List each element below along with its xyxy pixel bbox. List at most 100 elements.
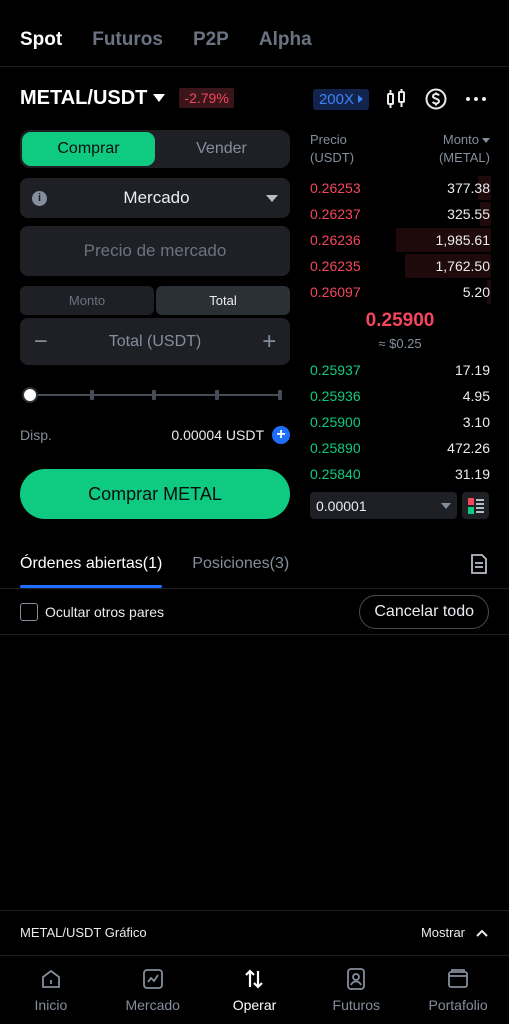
nav-portafolio[interactable]: Portafolio <box>407 956 509 1024</box>
candlestick-chart-icon[interactable] <box>383 86 409 112</box>
nav-inicio[interactable]: Inicio <box>0 956 102 1024</box>
buy-submit-button[interactable]: Comprar METAL <box>20 469 290 519</box>
price-change-badge: -2.79% <box>179 88 234 108</box>
price-header-unit: (USDT) <box>310 150 355 165</box>
tab-positions[interactable]: Posiciones(3) <box>192 548 289 588</box>
pair-tools: 200X <box>312 86 489 112</box>
nav-operar[interactable]: Operar <box>204 956 306 1024</box>
slider-handle[interactable] <box>22 387 38 403</box>
sell-tab[interactable]: Vender <box>155 132 288 166</box>
amount-column-header[interactable]: Monto (METAL) <box>439 131 490 167</box>
bid-qty: 3.10 <box>462 414 490 430</box>
nav-futuros[interactable]: Futuros <box>305 956 407 1024</box>
price-field <box>20 226 290 276</box>
order-type-label: Mercado <box>123 188 190 207</box>
ask-row[interactable]: 0.26237 325.55 <box>310 201 491 227</box>
available-label: Disp. <box>20 427 52 443</box>
slider-tick-100[interactable] <box>278 390 282 400</box>
bid-price: 0.25890 <box>310 440 361 456</box>
slider-tick-75[interactable] <box>215 390 219 400</box>
home-icon <box>41 969 60 988</box>
wallet-icon <box>448 969 468 988</box>
bid-row[interactable]: 0.25900 3.10 <box>310 409 490 435</box>
total-input[interactable] <box>51 332 259 351</box>
decrement-button[interactable]: − <box>30 328 52 356</box>
orders-divider <box>0 588 509 589</box>
pair-name[interactable]: METAL/USDT <box>20 87 147 110</box>
nav-label: Mercado <box>125 997 180 1013</box>
bid-row[interactable]: 0.25840 31.19 <box>310 461 490 487</box>
tab-alpha[interactable]: Alpha <box>259 29 312 51</box>
add-funds-icon[interactable]: + <box>272 426 290 444</box>
last-price: 0.25900 <box>365 310 435 331</box>
ask-price: 0.26097 <box>310 284 361 300</box>
ask-qty: 325.55 <box>447 206 490 222</box>
bottom-navigation: Inicio Mercado Operar Futuros Portafolio <box>0 955 509 1024</box>
amount-header-unit: (METAL) <box>438 150 490 165</box>
available-balance-row: Disp. 0.00004 USDT + <box>20 424 290 446</box>
amount-total-toggle: Monto Total <box>20 286 290 315</box>
bid-price: 0.25937 <box>310 362 361 378</box>
nav-label: Futuros <box>332 997 381 1013</box>
precision-value: 0.00001 <box>316 497 367 514</box>
dollar-circle-icon[interactable] <box>423 86 449 112</box>
ask-qty: 1,762.50 <box>435 258 491 274</box>
amount-mode-tab[interactable]: Monto <box>20 286 154 315</box>
price-header-label: Precio <box>310 132 347 147</box>
futures-icon <box>347 968 366 990</box>
ask-row[interactable]: 0.26253 377.38 <box>310 175 491 201</box>
pair-dropdown-caret-icon[interactable] <box>153 94 166 102</box>
info-icon[interactable]: i <box>32 190 47 206</box>
cancel-all-button[interactable]: Cancelar todo <box>359 595 489 629</box>
nav-label: Portafolio <box>428 997 488 1013</box>
last-price-usd: ≈ $0.25 <box>378 336 422 351</box>
show-chart-label: Mostrar <box>420 925 465 940</box>
bid-row[interactable]: 0.25937 17.19 <box>310 357 490 383</box>
total-mode-tab[interactable]: Total <box>156 286 290 315</box>
ask-qty: 1,985.61 <box>435 232 491 248</box>
slider-tick-25[interactable] <box>90 390 94 400</box>
amount-percent-slider[interactable] <box>20 385 286 405</box>
nav-mercado[interactable]: Mercado <box>102 956 204 1024</box>
available-value: 0.00004 USDT <box>171 427 264 443</box>
ask-row[interactable]: 0.26236 1,985.61 <box>310 227 491 253</box>
price-column-header: Precio (USDT) <box>310 131 354 167</box>
filter-divider <box>0 634 509 635</box>
hide-other-pairs-checkbox[interactable] <box>20 603 38 621</box>
bid-qty: 472.26 <box>447 440 490 456</box>
orders-filter-row: Ocultar otros pares Cancelar todo <box>20 595 489 629</box>
tab-spot[interactable]: Spot <box>20 29 62 51</box>
buy-tab[interactable]: Comprar <box>22 132 155 166</box>
header-divider <box>0 66 509 67</box>
ask-price: 0.26237 <box>310 206 361 222</box>
price-input[interactable] <box>20 241 290 261</box>
tab-open-orders[interactable]: Órdenes abiertas(1) <box>20 548 163 588</box>
asks-list: 0.26253 377.38 0.26237 325.55 0.26236 1,985.6… <box>310 175 491 305</box>
total-stepper: − + <box>20 318 290 365</box>
increment-button[interactable]: + <box>259 328 281 356</box>
nav-label: Operar <box>232 997 277 1013</box>
ask-row[interactable]: 0.26097 5.20 <box>310 279 491 305</box>
tab-p2p[interactable]: P2P <box>193 29 229 51</box>
order-history-icon[interactable] <box>469 553 489 575</box>
leverage-arrow-icon <box>358 95 363 103</box>
bid-row[interactable]: 0.25890 472.26 <box>310 435 490 461</box>
orders-tabs: Órdenes abiertas(1) Posiciones(3) <box>20 548 489 588</box>
order-book-header: Precio (USDT) Monto (METAL) <box>310 131 490 167</box>
nav-label: Inicio <box>34 997 68 1013</box>
order-type-select[interactable]: i Mercado <box>20 178 290 218</box>
book-view-toggle-icon[interactable] <box>462 492 489 519</box>
trade-arrows-icon <box>245 969 264 989</box>
slider-tick-50[interactable] <box>152 390 156 400</box>
hide-other-pairs-label: Ocultar otros pares <box>45 604 165 620</box>
bid-row[interactable]: 0.25936 4.95 <box>310 383 490 409</box>
slider-track <box>30 394 282 396</box>
more-options-icon[interactable] <box>463 86 489 112</box>
leverage-badge[interactable]: 200X <box>312 88 369 110</box>
bid-price: 0.25840 <box>310 466 361 482</box>
tab-futuros[interactable]: Futuros <box>92 29 163 51</box>
precision-select[interactable]: 0.00001 <box>310 492 457 519</box>
show-chart-button[interactable]: Mostrar <box>421 925 489 940</box>
ask-row[interactable]: 0.26235 1,762.50 <box>310 253 491 279</box>
pair-header: METAL/USDT -2.79% 200X <box>20 82 489 114</box>
